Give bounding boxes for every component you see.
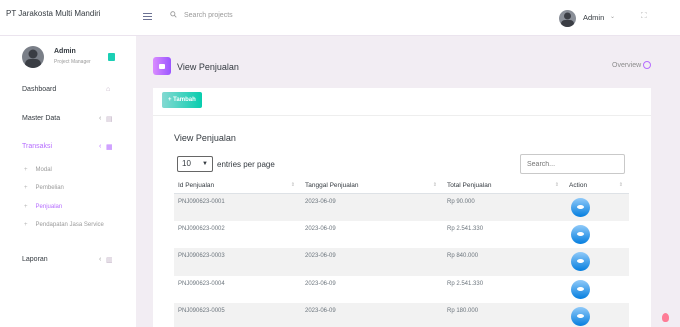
sidebar-subitem-pendapatan-jasa-service[interactable]: + Pendapatan Jasa Service — [24, 222, 104, 228]
search-input[interactable]: Search projects — [184, 12, 233, 19]
sidebar-item-transaksi[interactable]: Transaksi — [22, 143, 52, 150]
sort-icon: ⇕ — [554, 182, 559, 188]
card-title: View Penjualan — [174, 133, 236, 143]
entries-label: entries per page — [217, 160, 275, 169]
cell-id: PNJ090623-0005 — [174, 303, 301, 327]
sidebar-item-master-data[interactable]: Master Data — [22, 115, 60, 122]
cell-total: Rp 2.541.330 — [447, 280, 484, 287]
profile-avatar[interactable] — [22, 46, 44, 68]
page-header-icon — [153, 57, 171, 75]
card-toolbar: + Tambah — [153, 88, 651, 116]
view-eye-icon[interactable] — [571, 252, 590, 271]
column-header-label: Total Penjualan — [447, 181, 492, 189]
entries-value: 10 — [182, 159, 191, 168]
table-row: PNJ090623-0002 2023-06-09 Rp 2.541.330 — [174, 221, 629, 249]
column-header-label: Id Penjualan — [178, 181, 215, 189]
add-button[interactable]: + Tambah — [162, 92, 202, 108]
cell-action — [565, 303, 629, 327]
chevron-down-icon: ▼ — [202, 161, 208, 167]
cell-id: PNJ090623-0001 — [174, 193, 301, 221]
user-photo-icon — [25, 49, 41, 68]
cell-action — [565, 221, 629, 249]
cell-total: Rp 180.000 — [443, 303, 565, 327]
avatar[interactable] — [559, 10, 576, 27]
profile-name: Admin — [54, 48, 76, 55]
table-row: PNJ090623-0004 2023-06-09 Rp 2.541.330 — [174, 276, 629, 304]
sort-icon: ⇕ — [432, 182, 437, 188]
fullscreen-icon[interactable]: ⛶ — [641, 11, 647, 21]
column-header-id[interactable]: Id Penjualan ⇕ — [174, 178, 301, 194]
report-icon: ▥ — [106, 257, 113, 264]
cell-tanggal: 2023-06-09 — [301, 193, 443, 221]
chevron-left-icon: ‹ — [99, 115, 102, 122]
view-eye-icon[interactable] — [571, 307, 590, 326]
view-eye-icon[interactable] — [571, 224, 590, 244]
bookmark-check-icon — [108, 53, 115, 61]
column-header-action[interactable]: Action ⇕ — [565, 178, 629, 194]
cell-id: PNJ090623-0003 — [174, 248, 301, 276]
info-icon[interactable] — [643, 61, 651, 69]
database-icon: ▤ — [106, 116, 113, 123]
sidebar: Admin Project Manager Dashboard ⌂ Master… — [0, 36, 136, 327]
sidebar-subitem-label: Pendapatan Jasa Service — [35, 222, 104, 228]
column-header-tanggal[interactable]: Tanggal Penjualan ⇕ — [301, 178, 443, 194]
table-header-row: Id Penjualan ⇕ Tanggal Penjualan ⇕ Total P… — [174, 178, 629, 194]
table-row: PNJ090623-0003 2023-06-09 Rp 840.000 — [174, 248, 629, 276]
cell-action — [565, 276, 629, 304]
cell-action — [565, 248, 629, 276]
cell-total: Rp 90.000 — [443, 193, 565, 221]
plus-icon: + — [24, 185, 28, 191]
sales-card: + Tambah View Penjualan 10 ▼ entries per… — [153, 88, 651, 327]
cell-tanggal: 2023-06-09 — [301, 303, 443, 327]
chevron-down-icon: ‹ — [99, 143, 102, 150]
cell-total: Rp 840.000 — [443, 248, 565, 276]
chevron-left-icon: ‹ — [99, 256, 102, 263]
cell-action — [565, 193, 629, 221]
profile-role: Project Manager — [54, 59, 91, 65]
sales-table: Id Penjualan ⇕ Tanggal Penjualan ⇕ Total P… — [174, 178, 629, 327]
sidebar-subitem-penjualan[interactable]: + Penjualan — [24, 204, 62, 210]
cell-id: PNJ090623-0004 — [178, 280, 225, 287]
sidebar-item-dashboard[interactable]: Dashboard — [22, 86, 56, 93]
top-navbar: PT Jarakosta Multi Mandiri Search projec… — [0, 0, 680, 36]
cell-tanggal: 2023-06-09 — [301, 248, 443, 276]
sort-icon: ⇕ — [618, 182, 623, 188]
plus-icon: + — [24, 204, 28, 210]
cell-tanggal: 2023-06-09 — [305, 280, 336, 287]
overview-link[interactable]: Overview — [612, 62, 641, 69]
sidebar-subitem-label: Pembelian — [35, 185, 64, 191]
plus-icon: + — [24, 222, 28, 228]
view-eye-icon[interactable] — [571, 279, 590, 299]
user-menu-label[interactable]: Admin — [583, 13, 604, 22]
chevron-down-icon[interactable]: ⌄ — [610, 13, 615, 20]
table-search-input[interactable] — [520, 154, 625, 174]
page-title: View Penjualan — [177, 62, 239, 72]
table-row: PNJ090623-0001 2023-06-09 Rp 90.000 — [174, 193, 629, 221]
entries-per-page-select[interactable]: 10 ▼ — [177, 156, 213, 172]
menu-toggle-icon[interactable] — [143, 13, 152, 20]
sidebar-subitem-label: Modal — [35, 167, 52, 173]
column-header-label: Tanggal Penjualan — [305, 181, 359, 189]
brand-name[interactable]: PT Jarakosta Multi Mandiri — [6, 9, 101, 18]
view-eye-icon[interactable] — [571, 197, 590, 217]
table-row: PNJ090623-0005 2023-06-09 Rp 180.000 — [174, 303, 629, 327]
sidebar-subitem-modal[interactable]: + Modal — [24, 167, 52, 173]
plus-icon: + — [24, 167, 28, 173]
sidebar-item-laporan[interactable]: Laporan — [22, 256, 48, 263]
cell-tanggal: 2023-06-09 — [305, 225, 336, 232]
column-header-total[interactable]: Total Penjualan ⇕ — [443, 178, 565, 194]
cell-total: Rp 2.541.330 — [447, 225, 484, 232]
user-photo-icon — [561, 12, 574, 27]
sidebar-subitem-pembelian[interactable]: + Pembelian — [24, 185, 64, 191]
home-icon: ⌂ — [106, 86, 111, 93]
sort-icon: ⇕ — [290, 182, 295, 188]
column-header-label: Action — [569, 181, 588, 189]
transaction-icon: ▦ — [106, 144, 113, 151]
sidebar-subitem-label: Penjualan — [35, 204, 63, 210]
flame-icon[interactable] — [662, 313, 669, 322]
search-icon — [170, 11, 177, 18]
cell-id: PNJ090623-0002 — [178, 225, 225, 232]
